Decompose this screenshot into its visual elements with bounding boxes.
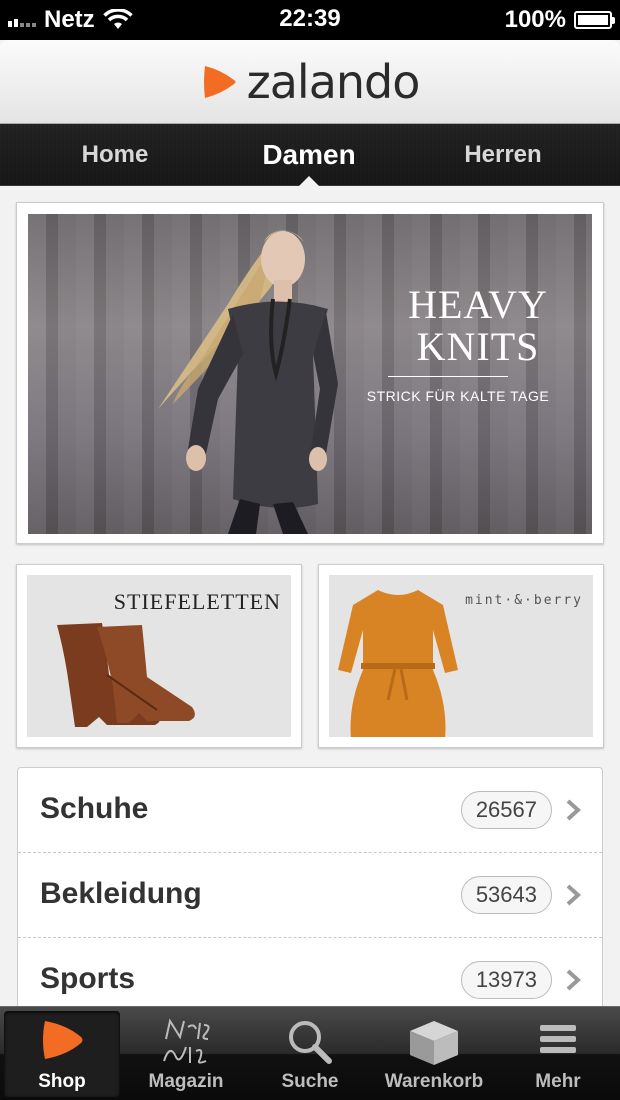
tabbar-label: Magazin (148, 1071, 224, 1092)
tile-stiefeletten[interactable]: STIEFELETTEN (16, 564, 302, 748)
status-bar: Netz 22:39 100% (0, 0, 620, 40)
bottom-tab-bar: Shop Magazin Suche Warenkorb Mehr (0, 1006, 620, 1100)
hero-image: HEAVY KNITS STRICK FÜR KALTE TAGE (28, 214, 592, 534)
hero-banner[interactable]: HEAVY KNITS STRICK FÜR KALTE TAGE (16, 202, 604, 544)
tab-herren[interactable]: Herren (428, 124, 578, 186)
category-count-badge: 26567 (460, 791, 552, 829)
app-header: zalando (0, 40, 620, 124)
tabbar-label: Shop (38, 1071, 86, 1092)
status-right: 100% (504, 6, 615, 34)
dress-image (338, 590, 458, 737)
category-count-badge: 53643 (460, 876, 552, 914)
hero-title: HEAVY KNITS (368, 284, 588, 368)
chevron-right-icon (566, 799, 581, 821)
menu-icon (540, 1025, 576, 1053)
tab-home[interactable]: Home (40, 124, 190, 186)
tabbar-warenkorb[interactable]: Warenkorb (376, 1011, 492, 1097)
tile-stiefeletten-label: STIEFELETTEN (113, 589, 281, 614)
news-style-icon (163, 1018, 210, 1064)
chevron-right-icon (566, 884, 581, 906)
category-row-sports[interactable]: Sports 13973 (18, 938, 602, 1007)
category-name: Schuhe (40, 792, 149, 825)
hero-divider (388, 376, 508, 377)
hero-title-line2: KNITS (416, 324, 540, 369)
cart-box-icon (410, 1021, 458, 1065)
tabbar-magazin[interactable]: Magazin (128, 1011, 244, 1097)
tile-mint-berry-image: mint·&·berry (329, 575, 593, 737)
tabbar-suche[interactable]: Suche (252, 1011, 368, 1097)
model-figure (158, 230, 338, 534)
category-count-badge: 13973 (460, 961, 552, 999)
tile-mint-berry[interactable]: mint·&·berry (318, 564, 604, 748)
battery-fill (578, 15, 608, 25)
hero-subtitle: STRICK FÜR KALTE TAGE (366, 388, 550, 404)
tile-stiefeletten-image: STIEFELETTEN (27, 575, 291, 737)
category-row-bekleidung[interactable]: Bekleidung 53643 (18, 853, 602, 938)
zalando-play-icon (43, 1021, 83, 1059)
category-name: Sports (40, 962, 136, 995)
category-list: Schuhe 26567 Bekleidung 53643 Sports 139… (17, 767, 603, 1007)
battery-icon (574, 11, 615, 29)
search-icon (289, 1021, 332, 1064)
tabbar-shop[interactable]: Shop (4, 1011, 120, 1097)
tabbar-label: Mehr (535, 1071, 581, 1092)
chevron-right-icon (566, 969, 581, 991)
tile-mint-berry-label: mint·&·berry (465, 593, 583, 608)
tabbar-label: Warenkorb (384, 1071, 484, 1092)
brand-logo-text: zalando (246, 54, 421, 109)
zalando-logo-icon (203, 65, 236, 98)
tabbar-mehr[interactable]: Mehr (500, 1011, 616, 1097)
hero-title-line1: HEAVY (408, 282, 548, 327)
battery-percent: 100% (504, 6, 566, 33)
category-row-schuhe[interactable]: Schuhe 26567 (18, 768, 602, 853)
category-name: Bekleidung (40, 877, 202, 910)
boots-image (57, 623, 195, 727)
tabbar-label: Suche (281, 1071, 339, 1092)
active-tab-indicator (298, 176, 320, 187)
